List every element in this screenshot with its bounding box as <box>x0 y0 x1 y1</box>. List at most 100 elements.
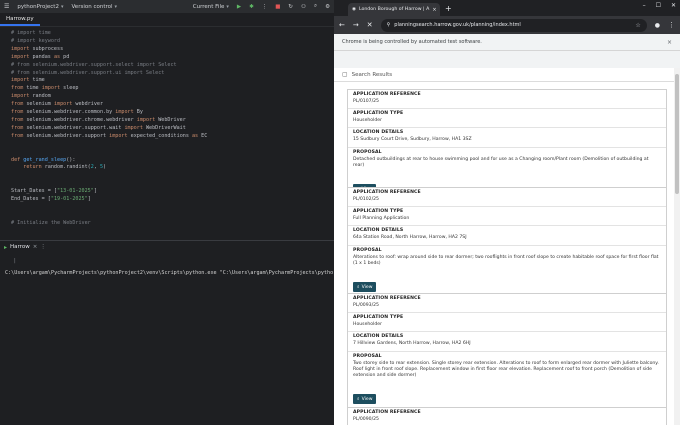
close-icon[interactable]: × <box>33 244 38 250</box>
code-line: from selenium.webdriver.chrome.webdriver… <box>11 117 331 125</box>
location-section: LOCATION DETAILS 15 Sudbury Court Drive,… <box>348 128 666 148</box>
close-tab-icon[interactable]: × <box>432 7 436 13</box>
code-line: from selenium.webdriver.common.by import… <box>11 109 331 117</box>
address-bar[interactable]: ⚲ planningsearch.harrow.gov.uk/planning/… <box>380 18 647 32</box>
close-banner-icon[interactable]: × <box>667 39 672 46</box>
forward-icon[interactable]: → <box>353 21 359 29</box>
run-icon[interactable]: ▶ <box>233 4 245 10</box>
project-selector[interactable]: pythonProject2 ▾ <box>13 4 67 10</box>
scrollbar-thumb[interactable] <box>675 74 679 194</box>
code-token: # import time <box>11 30 51 36</box>
profile-icon[interactable]: ● <box>655 22 660 29</box>
code-token: subprocess <box>32 45 64 52</box>
code-token: import <box>115 109 137 116</box>
minimize-icon[interactable]: – <box>643 2 646 9</box>
code-token: "19-01-2025" <box>50 196 88 203</box>
code-line: ​ <box>11 172 331 180</box>
refresh-icon[interactable]: ↻ <box>284 4 297 10</box>
code-editor[interactable]: # import time # import keyword import subp… <box>11 30 331 228</box>
code-line: Start_Dates = ["13-01-2025"] <box>11 188 331 196</box>
code-token: import <box>11 93 33 100</box>
code-token: time <box>26 85 42 92</box>
screen: ☰ pythonProject2 ▾ Version control ▾ Curre… <box>0 0 680 425</box>
page-scrollbar[interactable] <box>674 68 680 425</box>
back-icon[interactable]: ← <box>339 21 345 29</box>
user-icon[interactable]: ⚇ <box>297 4 310 10</box>
code-token: from <box>11 85 27 92</box>
stop-loading-icon[interactable]: ✕ <box>367 21 373 29</box>
site-info-icon[interactable]: ⚲ <box>387 22 391 28</box>
location-section: LOCATION DETAILS 7 Hillview Gardens, Nor… <box>348 332 666 352</box>
location-value: 7 Hillview Gardens, North Harrow, Harrow… <box>353 341 471 347</box>
document-icon: ▢ <box>342 71 348 78</box>
code-token: import <box>11 53 33 60</box>
window-controls: – ☐ ✕ <box>643 2 676 9</box>
proposal-value: Two storey side to rear extension. Singl… <box>353 360 659 379</box>
location-value: 15 Sudbury Court Drive, Sudbury, Harrow,… <box>353 137 472 143</box>
console-cursor: | <box>14 258 16 264</box>
run-config-selector[interactable]: Current File ▾ <box>189 4 233 10</box>
browser-tab[interactable]: ◉ London Borough of Harrow | A × <box>348 3 440 16</box>
reference-value: PL/0090/25 <box>353 417 379 422</box>
browser-menu-icon[interactable]: ⋮ <box>668 21 675 29</box>
close-window-icon[interactable]: ✕ <box>671 2 676 9</box>
application-card: APPLICATION REFERENCE PL/0107/25 APPLICA… <box>347 89 667 200</box>
code-token: random.randint( <box>44 164 91 171</box>
reference-label: APPLICATION REFERENCE <box>353 410 421 415</box>
code-token: expected_conditions <box>130 132 192 139</box>
code-token: get_rand_sleep <box>23 156 67 163</box>
view-button[interactable]: ⌕View <box>353 394 377 405</box>
code-token: EC <box>201 132 208 139</box>
reference-section: APPLICATION REFERENCE PL/0093/25 <box>348 294 666 314</box>
browser-tab-strip: ◉ London Borough of Harrow | A × + – ☐ ✕ <box>334 0 680 16</box>
type-section: APPLICATION TYPE Full Planning Applicati… <box>348 207 666 227</box>
application-card: APPLICATION REFERENCE PL/0090/25 <box>347 407 667 425</box>
stop-icon[interactable]: ■ <box>271 4 284 10</box>
application-card: APPLICATION REFERENCE PL/0102/25 APPLICA… <box>347 187 667 298</box>
code-token: random <box>32 93 51 100</box>
type-value: Householder <box>353 118 383 124</box>
location-value: 64a Station Road, North Harrow, Harrow, … <box>353 235 467 241</box>
bookmark-star-icon[interactable]: ☆ <box>635 22 640 29</box>
code-token: WebDriverWait <box>145 124 186 131</box>
menu-icon[interactable]: ☰ <box>0 3 13 10</box>
editor-tab-file[interactable]: Harrow.py <box>0 13 40 26</box>
reference-label: APPLICATION REFERENCE <box>353 296 421 301</box>
code-line: from selenium import webdriver <box>11 101 331 109</box>
vcs-label: Version control <box>71 3 113 10</box>
code-token: sleep <box>63 85 79 92</box>
code-token: from <box>11 116 27 123</box>
vcs-selector[interactable]: Version control ▾ <box>67 4 121 10</box>
code-token: import <box>11 77 33 84</box>
code-line: return random.randint(2, 5) <box>11 164 331 172</box>
code-token: webdriver <box>75 101 104 108</box>
code-token: pd <box>63 53 70 60</box>
debug-icon[interactable]: ✱ <box>245 4 258 10</box>
reference-value: PL/0107/25 <box>353 99 379 104</box>
code-line: import random <box>11 93 331 101</box>
browser-window: ◉ London Borough of Harrow | A × + – ☐ ✕… <box>334 0 680 425</box>
run-tab[interactable]: Harrow <box>10 244 30 250</box>
more-icon[interactable]: ⋮ <box>40 244 46 250</box>
browser-tab-title: London Borough of Harrow | A <box>358 7 430 12</box>
type-section: APPLICATION TYPE Householder <box>348 313 666 333</box>
view-button[interactable]: ⌕View <box>353 282 377 293</box>
code-token: from <box>11 124 27 131</box>
maximize-icon[interactable]: ☐ <box>656 2 661 9</box>
search-icon[interactable]: ⌕ <box>310 3 321 10</box>
type-value: Full Planning Application <box>353 216 410 222</box>
address-url: planningsearch.harrow.gov.uk/planning/in… <box>394 22 521 28</box>
chevron-down-icon: ▾ <box>114 3 118 10</box>
new-tab-icon[interactable]: + <box>445 3 452 16</box>
banner-text: Chrome is being controlled by automated … <box>342 39 482 45</box>
code-line: ​ <box>11 149 331 157</box>
code-token: End_Dates = [ <box>11 196 51 203</box>
ide-window: ☰ pythonProject2 ▾ Version control ▾ Curre… <box>0 0 334 425</box>
settings-icon[interactable]: ⚙ <box>321 4 334 10</box>
more-icon[interactable]: ⋮ <box>258 4 272 10</box>
type-label: APPLICATION TYPE <box>353 209 404 215</box>
proposal-label: PROPOSAL <box>353 247 382 253</box>
reference-label: APPLICATION REFERENCE <box>353 190 421 195</box>
code-token: import <box>41 85 64 92</box>
proposal-label: PROPOSAL <box>353 353 382 359</box>
